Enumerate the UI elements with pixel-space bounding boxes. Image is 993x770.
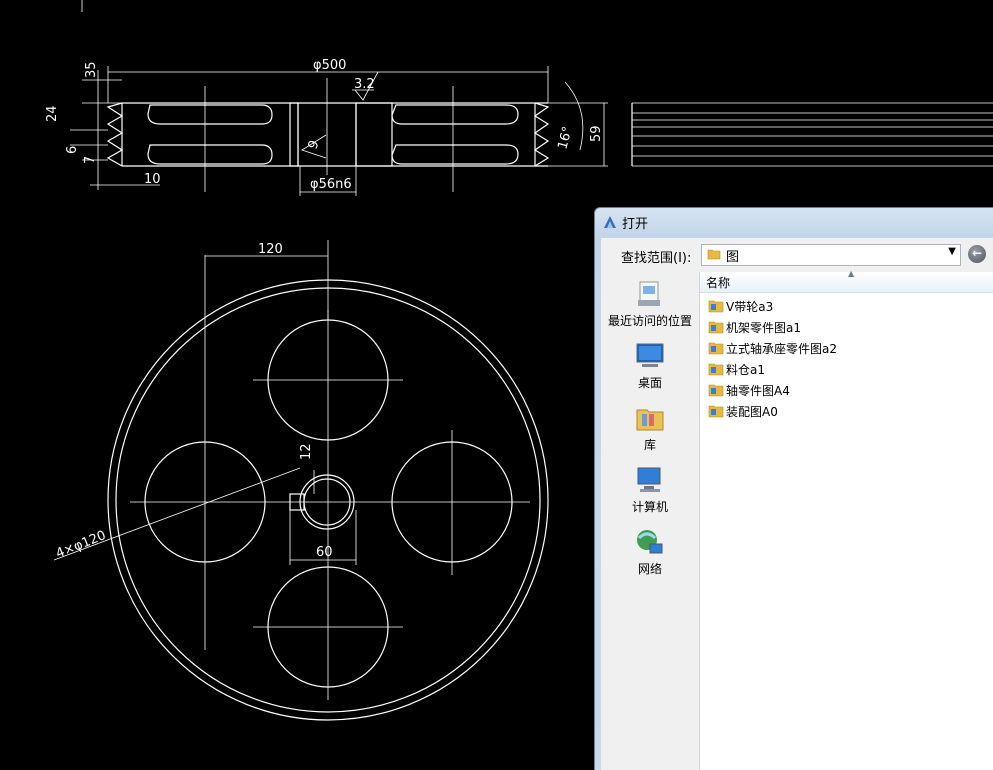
file-item[interactable]: 机架零件图a1 <box>700 317 993 338</box>
place-network[interactable]: 网络 <box>601 526 699 577</box>
dim-angle: 16° <box>555 125 575 151</box>
back-button[interactable]: ← <box>968 245 986 263</box>
file-list[interactable]: ▲ 名称 V带轮a3 机架零件图a1 立式轴承座零件图a2 料仓a1 轴零件图A… <box>700 269 993 770</box>
dim-120: 120 <box>258 242 283 257</box>
open-file-dialog[interactable]: 打开 查找范围(I): 图 ▼ ← 最近访问的位置 桌面 库 计算机 网络 ▲ … <box>594 207 993 770</box>
recent-places-icon <box>634 278 666 310</box>
back-arrow-icon: ← <box>972 246 983 260</box>
dim-bore: φ56n6 <box>310 177 352 192</box>
file-rows: V带轮a3 机架零件图a1 立式轴承座零件图a2 料仓a1 轴零件图A4 装配图… <box>700 296 993 422</box>
folder-icon <box>707 249 721 260</box>
dim-7: 7 <box>83 156 98 164</box>
places-bar: 最近访问的位置 桌面 库 计算机 网络 <box>601 272 700 770</box>
computer-icon <box>634 464 666 496</box>
dialog-client-area: 查找范围(I): 图 ▼ ← 最近访问的位置 桌面 库 计算机 网络 ▲ 名称 … <box>601 238 993 770</box>
folder-icon <box>708 321 724 334</box>
folder-icon <box>708 363 724 376</box>
look-in-label: 查找范围(I): <box>621 251 692 266</box>
column-header-name[interactable]: ▲ 名称 <box>700 269 993 293</box>
file-item[interactable]: 立式轴承座零件图a2 <box>700 338 993 359</box>
dim-24: 24 <box>45 105 60 122</box>
dialog-titlebar[interactable]: 打开 <box>595 208 993 236</box>
file-item[interactable]: 料仓a1 <box>700 359 993 380</box>
folder-icon <box>708 342 724 355</box>
chevron-down-icon[interactable]: ▼ <box>948 246 956 257</box>
place-computer[interactable]: 计算机 <box>601 464 699 515</box>
folder-icon <box>708 300 724 313</box>
dim-9: 9 <box>306 138 323 151</box>
desktop-icon <box>634 340 666 372</box>
dim-60: 60 <box>316 545 333 560</box>
place-recent[interactable]: 最近访问的位置 <box>601 278 699 329</box>
sort-ascending-icon: ▲ <box>848 269 855 278</box>
network-icon <box>634 526 666 558</box>
column-name-label: 名称 <box>706 276 731 290</box>
place-desktop[interactable]: 桌面 <box>601 340 699 391</box>
look-in-value: 图 <box>726 250 740 265</box>
dim-59: 59 <box>589 125 604 142</box>
folder-icon <box>708 405 724 418</box>
dim-10: 10 <box>144 172 161 187</box>
dim-35: 35 <box>84 61 99 78</box>
place-libraries[interactable]: 库 <box>601 402 699 453</box>
dim-6: 6 <box>65 146 80 154</box>
pulley-front-view <box>53 240 549 721</box>
file-item[interactable]: 装配图A0 <box>700 401 993 422</box>
dim-holes: 4×φ120 <box>54 528 108 562</box>
file-item[interactable]: V带轮a3 <box>700 296 993 317</box>
dim-roughness: 3.2 <box>354 77 375 92</box>
folder-icon <box>708 384 724 397</box>
pulley-side-view-partial <box>631 102 993 167</box>
dialog-title: 打开 <box>622 217 649 232</box>
app-logo-icon <box>604 216 616 228</box>
look-in-dropdown[interactable]: 图 ▼ <box>701 244 961 266</box>
file-item[interactable]: 轴零件图A4 <box>700 380 993 401</box>
libraries-icon <box>634 402 666 434</box>
dim-outer-diameter: φ500 <box>313 58 346 73</box>
dim-12: 12 <box>299 443 314 460</box>
